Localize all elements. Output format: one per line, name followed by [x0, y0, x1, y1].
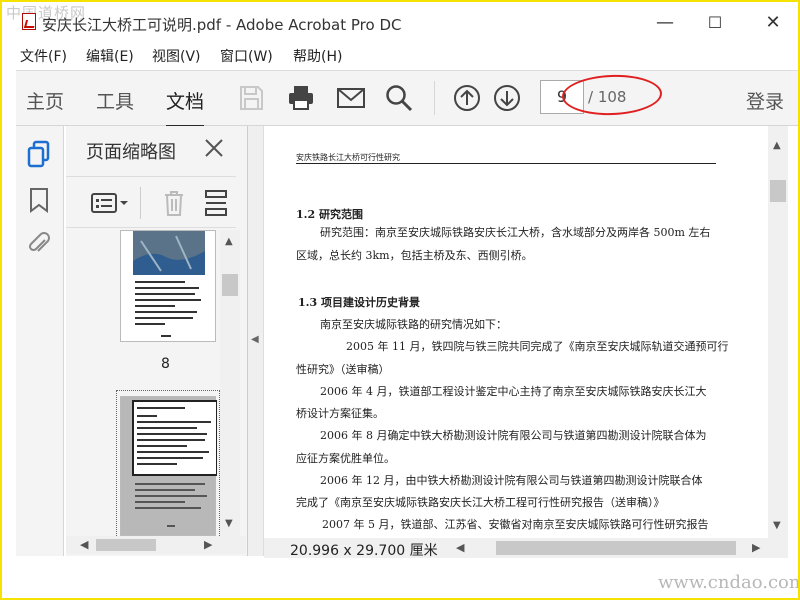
close-button[interactable]: ✕ — [758, 10, 788, 36]
scrollbar-thumb[interactable] — [770, 180, 786, 202]
paragraph-line: 完成了《南京至安庆城际铁路安庆长江大桥工程可行性研究报告（送审稿）》 — [296, 496, 665, 509]
paragraph-line: 桥设计方案征集。 — [296, 407, 384, 420]
toolbar-divider — [434, 81, 435, 115]
extract-pages-icon[interactable] — [204, 189, 228, 217]
paragraph-line: 南京至安庆城际铁路的研究情况如下： — [320, 318, 507, 331]
tab-document[interactable]: 文档 — [166, 87, 205, 128]
paragraph-line: 2006 年 12 月，由中铁大桥勘测设计院有限公司与铁道第四勘测设计院联合体 — [320, 474, 703, 487]
scroll-down-arrow-icon[interactable]: ▼ — [773, 520, 781, 531]
scroll-down-arrow-icon[interactable]: ▼ — [225, 518, 233, 529]
scrollbar-thumb[interactable] — [96, 539, 156, 551]
menu-window[interactable]: 窗口(W) — [220, 46, 273, 66]
document-status-bar: 20.996 x 29.700 厘米 ◀ ▶ — [264, 538, 788, 559]
paragraph-line: 2007 年 5 月，铁道部、江苏省、安徽省对南京至安庆城际铁路可行性研究报告 — [322, 518, 709, 531]
panel-title: 页面缩略图 — [86, 142, 176, 163]
thumbnail-page-number: 8 — [161, 356, 170, 372]
scrollbar-thumb[interactable] — [222, 274, 238, 296]
page-size-readout: 20.996 x 29.700 厘米 — [290, 543, 438, 559]
paragraph-line: 2005 年 11 月，铁四院与铁三院共同完成了《南京至安庆城际轨道交通预可行 — [346, 340, 729, 353]
trash-icon[interactable] — [162, 189, 186, 217]
thumbnail-page-9[interactable] — [120, 396, 218, 536]
thumbnail-page-8[interactable] — [120, 230, 216, 342]
watermark-url: www.cndao.com — [658, 572, 800, 593]
paragraph-line: 研究范围：南京至安庆城际铁路安庆长江大桥，含水域部分及两岸各 500m 左右 — [320, 226, 711, 239]
paragraph-line: 区域，总长约 3km，包括主桥及东、西侧引桥。 — [296, 249, 533, 262]
minimize-button[interactable]: — — [650, 10, 680, 36]
login-button[interactable]: 登录 — [746, 87, 784, 114]
thumbnail-horizontal-scrollbar[interactable]: ◀ ▶ — [66, 536, 246, 554]
bookmark-icon[interactable] — [26, 186, 52, 214]
next-page-icon[interactable] — [492, 83, 522, 113]
thumbnail-list: 8 — [66, 230, 226, 540]
document-page: 安庆铁路长江大桥可行性研究 1.2 研究范围 研究范围：南京至安庆城际铁路安庆长… — [264, 126, 768, 538]
maximize-button[interactable]: ☐ — [700, 10, 730, 36]
attachment-icon[interactable] — [26, 230, 52, 258]
document-running-header: 安庆铁路长江大桥可行性研究 — [296, 153, 400, 162]
save-icon[interactable] — [236, 83, 266, 113]
header-rule — [296, 163, 716, 164]
menu-edit[interactable]: 编辑(E) — [86, 46, 134, 66]
thumbnails-panel: 页面缩略图 8 ▲ ▼ ◀ ▶ — [66, 126, 248, 556]
menu-view[interactable]: 视图(V) — [152, 46, 201, 66]
thumbnail-options-icon[interactable] — [90, 191, 130, 215]
search-icon[interactable] — [384, 83, 414, 113]
previous-page-icon[interactable] — [452, 83, 482, 113]
panel-collapse-handle[interactable]: ◀ — [248, 126, 264, 556]
collapse-arrow-icon[interactable]: ◀ — [251, 334, 259, 345]
horizontal-scrollbar-thumb[interactable] — [496, 541, 736, 555]
close-icon[interactable] — [202, 136, 226, 160]
email-icon[interactable] — [336, 83, 366, 113]
scroll-up-arrow-icon[interactable]: ▲ — [773, 140, 781, 151]
thumbnail-vertical-scrollbar[interactable]: ▲ ▼ — [220, 230, 240, 536]
menu-file[interactable]: 文件(F) — [20, 46, 67, 66]
section-heading: 1.3 项目建设计历史背景 — [298, 296, 420, 309]
menu-bar: 文件(F) 编辑(E) 视图(V) 窗口(W) 帮助(H) — [2, 42, 798, 68]
scroll-up-arrow-icon[interactable]: ▲ — [225, 236, 233, 247]
section-heading: 1.2 研究范围 — [296, 208, 363, 221]
scroll-left-arrow-icon[interactable]: ◀ — [456, 541, 464, 554]
paragraph-line: 性研究》（送审稿） — [296, 363, 390, 376]
paragraph-line: 2006 年 4 月，铁道部工程设计鉴定中心主持了南京至安庆城际铁路安庆长江大 — [320, 385, 707, 398]
tab-home[interactable]: 主页 — [26, 87, 64, 114]
menu-help[interactable]: 帮助(H) — [293, 46, 342, 66]
pdf-file-icon — [22, 13, 36, 30]
app-window: 中国道桥网 安庆长江大桥工可说明.pdf - Adobe Acrobat Pro… — [0, 0, 800, 600]
page-thumbnails-icon[interactable] — [26, 140, 52, 168]
scroll-right-arrow-icon[interactable]: ▶ — [204, 538, 212, 551]
thumbnail-toolbar — [66, 176, 236, 228]
scroll-right-arrow-icon[interactable]: ▶ — [752, 541, 760, 554]
title-bar: 中国道桥网 安庆长江大桥工可说明.pdf - Adobe Acrobat Pro… — [2, 2, 798, 42]
tools-divider — [140, 187, 141, 219]
document-vertical-scrollbar[interactable]: ▲ ▼ — [768, 126, 788, 538]
print-icon[interactable] — [286, 83, 316, 113]
window-title: 安庆长江大桥工可说明.pdf - Adobe Acrobat Pro DC — [42, 16, 402, 34]
left-rail — [16, 126, 64, 556]
tab-tools[interactable]: 工具 — [96, 87, 134, 114]
main-toolbar: 主页 工具 文档 9 / 108 登录 — [16, 70, 798, 128]
paragraph-line: 2006 年 8 月确定中铁大桥勘测设计院有限公司与铁道第四勘测设计院联合体为 — [320, 429, 707, 442]
paragraph-line: 应征方案优胜单位。 — [296, 452, 395, 465]
scroll-left-arrow-icon[interactable]: ◀ — [80, 538, 88, 551]
